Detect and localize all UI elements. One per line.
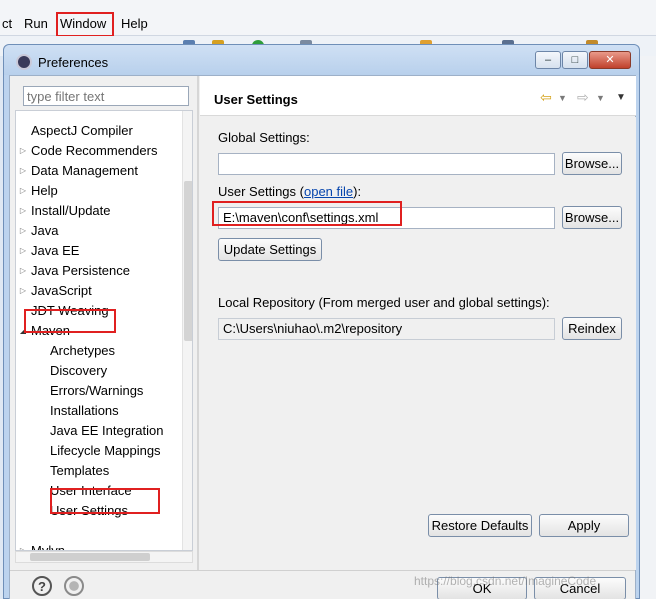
tree-expand-icon[interactable]: ▷ — [18, 221, 28, 241]
page-title: User Settings — [214, 92, 298, 107]
menu-run[interactable]: Run — [24, 16, 48, 31]
tree-expand-icon[interactable]: ▷ — [18, 201, 28, 221]
back-arrow-icon[interactable]: ⇦ — [540, 89, 552, 106]
tree-item-jdt-weaving[interactable]: JDT Weaving — [31, 301, 109, 321]
global-browse-button[interactable]: Browse... — [562, 152, 622, 175]
tree-expand-icon[interactable]: ▷ — [18, 181, 28, 201]
user-settings-field[interactable]: E:\maven\conf\settings.xml — [218, 207, 555, 229]
tree-expand-icon[interactable]: ▷ — [18, 141, 28, 161]
tree-expand-icon[interactable]: ▷ — [18, 281, 28, 301]
import-export-icon[interactable] — [64, 576, 84, 596]
tree-collapse-icon[interactable]: ◢ — [18, 321, 28, 341]
tree-expand-icon[interactable]: ▷ — [18, 161, 28, 181]
user-settings-label-suffix: ): — [353, 184, 362, 199]
global-settings-field[interactable] — [218, 153, 555, 175]
close-button[interactable]: ✕ — [589, 51, 631, 69]
menu-project[interactable]: ct — [2, 16, 12, 31]
tree-item-discovery[interactable]: Discovery — [50, 361, 107, 381]
dialog-titlebar[interactable]: Preferences – □ ✕ — [4, 45, 639, 75]
tree-item-java-ee-integration[interactable]: Java EE Integration — [50, 421, 163, 441]
tree-item-errors-warnings[interactable]: Errors/Warnings — [50, 381, 143, 401]
dialog-client-area: ▷ ▷ ▷ ▷ ▷ ▷ ▷ ▷ ◢ ▷ AspectJ Compiler Cod… — [9, 75, 636, 599]
ide-menubar: ct Run Window Help — [0, 0, 656, 36]
minimize-button[interactable]: – — [535, 51, 561, 69]
open-file-link[interactable]: open file — [304, 184, 353, 199]
tree-item-user-interface[interactable]: User Interface — [50, 481, 132, 501]
tree-item-help[interactable]: Help — [31, 181, 58, 201]
tree-item-archetypes[interactable]: Archetypes — [50, 341, 115, 361]
tree-item-aspectj-compiler[interactable]: AspectJ Compiler — [31, 121, 133, 141]
tree-item-mylyn[interactable]: Mylyn — [31, 541, 65, 550]
maximize-button[interactable]: □ — [562, 51, 588, 69]
restore-defaults-button[interactable]: Restore Defaults — [428, 514, 532, 537]
apply-button[interactable]: Apply — [539, 514, 629, 537]
tree-item-data-management[interactable]: Data Management — [31, 161, 138, 181]
menu-help[interactable]: Help — [121, 16, 148, 31]
help-icon[interactable]: ? — [32, 576, 52, 596]
watermark: https://blog.csdn.net/ImagineCode — [414, 574, 597, 588]
page-header: User Settings ⇦ ▼ ⇨ ▼ ▼ — [200, 76, 636, 116]
tree-hscroll-thumb[interactable] — [30, 553, 150, 561]
page-body: Global Settings: Browse... User Settings… — [200, 117, 636, 570]
global-settings-label: Global Settings: — [218, 130, 310, 145]
tree-vscroll-thumb[interactable] — [184, 181, 192, 341]
tree-item-lifecycle-mappings[interactable]: Lifecycle Mappings — [50, 441, 161, 461]
tree-expand-icon[interactable]: ▷ — [18, 261, 28, 281]
tree-expand-icon[interactable]: ▷ — [18, 241, 28, 261]
tree-vertical-scrollbar[interactable] — [182, 111, 192, 550]
tree-item-installations[interactable]: Installations — [50, 401, 119, 421]
footer-separator — [10, 570, 635, 571]
tree-item-java-ee[interactable]: Java EE — [31, 241, 79, 261]
filter-input[interactable] — [23, 86, 189, 106]
local-repo-field: C:\Users\niuhao\.m2\repository — [218, 318, 555, 340]
user-settings-label: User Settings (open file): — [218, 184, 361, 199]
user-browse-button[interactable]: Browse... — [562, 206, 622, 229]
local-repo-label: Local Repository (From merged user and g… — [218, 295, 550, 310]
ide-editor-edge — [640, 56, 656, 599]
update-settings-button[interactable]: Update Settings — [218, 238, 322, 261]
tree-item-code-recommenders[interactable]: Code Recommenders — [31, 141, 157, 161]
tree-item-maven[interactable]: Maven — [31, 321, 70, 341]
tree-item-install-update[interactable]: Install/Update — [31, 201, 111, 221]
preferences-tree: ▷ ▷ ▷ ▷ ▷ ▷ ▷ ▷ ◢ ▷ AspectJ Compiler Cod… — [15, 110, 193, 551]
tree-item-templates[interactable]: Templates — [50, 461, 109, 481]
tree-horizontal-scrollbar[interactable] — [15, 551, 193, 563]
tree-item-java[interactable]: Java — [31, 221, 58, 241]
forward-dropdown-icon[interactable]: ▼ — [596, 93, 605, 103]
eclipse-icon — [16, 54, 32, 70]
view-menu-icon[interactable]: ▼ — [616, 92, 626, 103]
preferences-dialog: Preferences – □ ✕ ▷ ▷ ▷ ▷ ▷ ▷ ▷ ▷ ◢ ▷ As… — [3, 44, 640, 599]
tree-item-java-persistence[interactable]: Java Persistence — [31, 261, 130, 281]
tree-item-user-settings[interactable]: User Settings — [50, 501, 128, 521]
pane-divider[interactable] — [197, 76, 199, 570]
forward-arrow-icon[interactable]: ⇨ — [577, 89, 589, 106]
reindex-button[interactable]: Reindex — [562, 317, 622, 340]
dialog-title: Preferences — [38, 55, 109, 70]
back-dropdown-icon[interactable]: ▼ — [558, 93, 567, 103]
menu-window[interactable]: Window — [60, 16, 106, 31]
tree-item-javascript[interactable]: JavaScript — [31, 281, 92, 301]
tree-expand-icon[interactable]: ▷ — [18, 541, 28, 550]
user-settings-label-text: User Settings ( — [218, 184, 304, 199]
